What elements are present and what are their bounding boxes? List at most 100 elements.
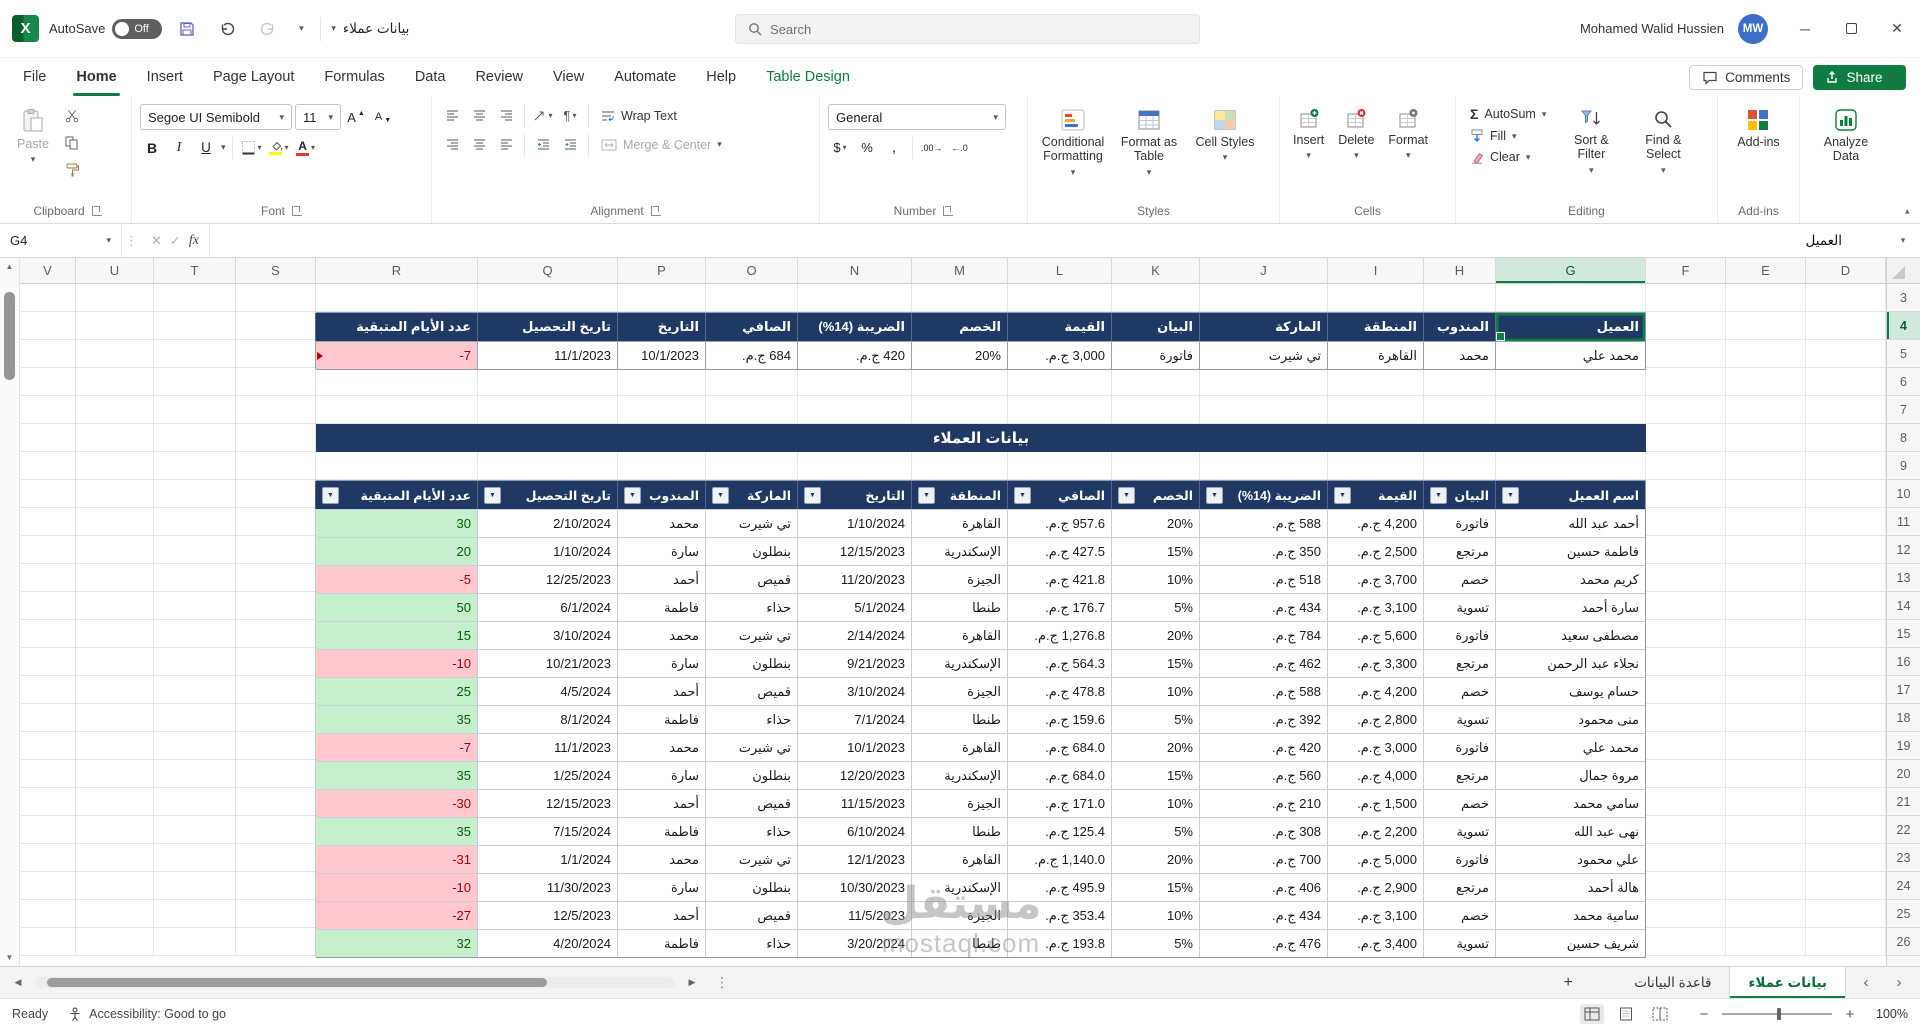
row-header-24[interactable]: 24 <box>1887 872 1920 900</box>
cell[interactable]: تي شيرت <box>1199 341 1327 369</box>
cell[interactable]: سامية محمد <box>1495 901 1645 929</box>
column-header-O[interactable]: O <box>706 258 798 283</box>
column-header-U[interactable]: U <box>76 258 154 283</box>
cell[interactable]: 25 <box>315 677 477 705</box>
cell[interactable]: 10% <box>1111 789 1199 817</box>
row-header-10[interactable]: 10 <box>1887 480 1920 508</box>
copy-button[interactable] <box>60 131 84 154</box>
align-top-button[interactable] <box>440 104 464 127</box>
ribbon-tab-data[interactable]: Data <box>400 58 461 96</box>
cell[interactable]: 3,100 ج.م. <box>1327 901 1423 929</box>
cell[interactable]: القاهرة <box>1327 341 1423 369</box>
cell[interactable]: تسوية <box>1423 593 1495 621</box>
cell[interactable]: فاطمة <box>617 817 705 845</box>
cell[interactable]: 5,000 ج.م. <box>1327 845 1423 873</box>
ribbon-tab-formulas[interactable]: Formulas <box>309 58 399 96</box>
column-header-J[interactable]: J <box>1200 258 1328 283</box>
maximize-button[interactable] <box>1828 0 1874 57</box>
wrap-text-button[interactable]: Wrap Text <box>595 107 683 125</box>
cell[interactable]: الإسكندرية <box>911 761 1007 789</box>
cell[interactable]: 2,900 ج.م. <box>1327 873 1423 901</box>
main-header-cell[interactable]: المندوب ▼ <box>617 481 705 509</box>
sheet-nav-left[interactable]: ‹ <box>1853 974 1879 991</box>
cell[interactable]: 420 ج.م. <box>797 341 911 369</box>
cell[interactable]: 15 <box>315 621 477 649</box>
chevron-down-icon[interactable]: ▾ <box>221 142 226 153</box>
summary-header-cell[interactable]: الضريبة (14%) <box>797 313 911 341</box>
column-header-G[interactable]: G <box>1496 258 1646 283</box>
cell[interactable]: تي شيرت <box>705 621 797 649</box>
filter-button[interactable]: ▼ <box>322 486 339 504</box>
cell[interactable]: خصم <box>1423 565 1495 593</box>
main-header-cell[interactable]: القيمة ▼ <box>1327 481 1423 509</box>
column-header-M[interactable]: M <box>912 258 1008 283</box>
cell[interactable]: بنطلون <box>705 761 797 789</box>
cell[interactable]: طنطا <box>911 705 1007 733</box>
cell[interactable]: 4/20/2024 <box>477 929 617 957</box>
cell[interactable]: 15% <box>1111 761 1199 789</box>
cell[interactable]: 12/15/2023 <box>477 789 617 817</box>
cell[interactable]: الجيزة <box>911 565 1007 593</box>
cell[interactable]: 495.9 ج.م. <box>1007 873 1111 901</box>
cell[interactable]: 3/10/2024 <box>477 621 617 649</box>
cell[interactable]: 588 ج.م. <box>1199 509 1327 537</box>
filter-button[interactable]: ▼ <box>1014 486 1031 504</box>
cell[interactable]: 11/30/2023 <box>477 873 617 901</box>
ribbon-tab-table-design[interactable]: Table Design <box>751 58 865 96</box>
cell[interactable]: 32 <box>315 929 477 957</box>
cell[interactable]: 20% <box>1111 845 1199 873</box>
cell[interactable]: منى محمود <box>1495 705 1645 733</box>
cell[interactable]: 12/20/2023 <box>797 761 911 789</box>
scrollbar-splitter[interactable]: ⋮ <box>709 974 735 991</box>
cell[interactable]: فاتورة <box>1423 509 1495 537</box>
cell[interactable]: -10 <box>315 649 477 677</box>
cell[interactable]: سارة <box>617 873 705 901</box>
align-right-button[interactable] <box>440 133 464 156</box>
format-cells-button[interactable]: Format ▾ <box>1383 104 1433 165</box>
cell[interactable]: 1/10/2024 <box>797 509 911 537</box>
filter-button[interactable]: ▼ <box>484 486 501 504</box>
fill-button[interactable]: Fill ▾ <box>1464 127 1552 145</box>
cell[interactable]: 50 <box>315 593 477 621</box>
cell[interactable]: 350 ج.م. <box>1199 537 1327 565</box>
row-header-11[interactable]: 11 <box>1887 508 1920 536</box>
cell[interactable]: 10/21/2023 <box>477 649 617 677</box>
font-color-button[interactable]: A ▾ <box>294 136 318 159</box>
row-header-18[interactable]: 18 <box>1887 704 1920 732</box>
row-header-15[interactable]: 15 <box>1887 620 1920 648</box>
orientation-button[interactable]: ▾ <box>531 104 555 127</box>
cell[interactable]: 3/10/2024 <box>797 677 911 705</box>
accessibility-status[interactable]: Accessibility: Good to go <box>68 1007 226 1021</box>
decrease-font-button[interactable]: A ▼ <box>371 106 395 129</box>
row-header-25[interactable]: 25 <box>1887 900 1920 928</box>
cell[interactable]: 478.8 ج.م. <box>1007 677 1111 705</box>
vertical-scrollbar[interactable]: ▲ ▼ <box>0 258 20 966</box>
excel-logo-icon[interactable]: X <box>12 15 39 42</box>
cell[interactable]: 11/15/2023 <box>797 789 911 817</box>
main-header-cell[interactable]: الضريبة (14%) ▼ <box>1199 481 1327 509</box>
confirm-entry-button[interactable]: ✓ <box>170 233 181 249</box>
summary-header-cell[interactable]: البيان <box>1111 313 1199 341</box>
cell[interactable]: 564.3 ج.م. <box>1007 649 1111 677</box>
cell[interactable]: طنطا <box>911 929 1007 957</box>
cell[interactable]: علي محمود <box>1495 845 1645 873</box>
cell[interactable]: قميص <box>705 789 797 817</box>
accounting-format-button[interactable]: $ ▾ <box>828 136 852 159</box>
filter-button[interactable]: ▼ <box>1206 486 1223 504</box>
row-header-3[interactable]: 3 <box>1887 284 1920 312</box>
cell[interactable]: أحمد <box>617 677 705 705</box>
formula-bar-handle[interactable]: ⋮ <box>122 224 141 257</box>
row-header-14[interactable]: 14 <box>1887 592 1920 620</box>
cell[interactable]: 560 ج.م. <box>1199 761 1327 789</box>
cell[interactable]: 406 ج.م. <box>1199 873 1327 901</box>
expand-formula-bar-icon[interactable]: ▾ <box>1886 224 1920 257</box>
cell[interactable]: بنطلون <box>705 537 797 565</box>
main-header-cell[interactable]: الصافي ▼ <box>1007 481 1111 509</box>
cell[interactable]: 684.0 ج.م. <box>1007 733 1111 761</box>
cell[interactable]: 2,800 ج.م. <box>1327 705 1423 733</box>
cell[interactable]: 1,276.8 ج.م. <box>1007 621 1111 649</box>
cell[interactable]: 3,100 ج.م. <box>1327 593 1423 621</box>
dialog-launcher-icon[interactable] <box>650 206 661 216</box>
align-bottom-button[interactable] <box>494 104 518 127</box>
main-header-cell[interactable]: البيان ▼ <box>1423 481 1495 509</box>
